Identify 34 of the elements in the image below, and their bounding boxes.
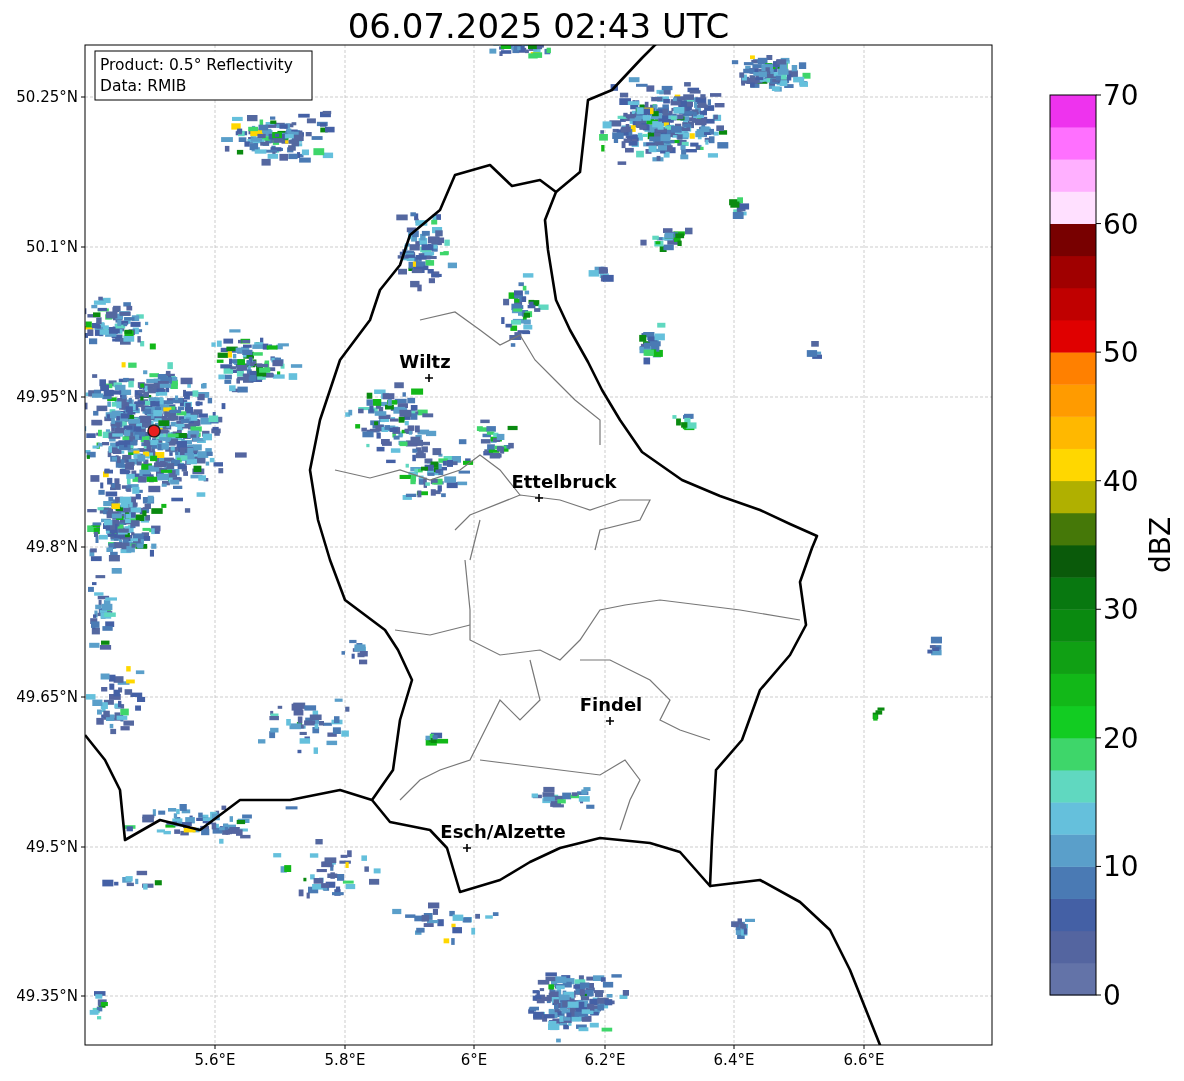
city-marker-icon (462, 843, 472, 853)
axis-tick-label: 5.8°E (324, 1051, 366, 1069)
city-label: Wiltz (399, 351, 451, 372)
axis-tick-label: 6°E (460, 1051, 488, 1069)
city-label: Ettelbruck (511, 471, 617, 492)
colorbar-tick-label: 40 (1103, 464, 1139, 498)
axis-tick-label: 49.65°N (16, 688, 78, 706)
colorbar-tick-label: 50 (1103, 336, 1139, 370)
axis-tick-label: 49.35°N (16, 987, 78, 1005)
city-marker-icon (605, 716, 615, 726)
info-text: Data: RMIB (100, 77, 187, 95)
axis-tick-label: 5.6°E (194, 1051, 236, 1069)
colorbar-tick-label: 60 (1103, 207, 1139, 241)
colorbar-label: dBZ (1144, 516, 1177, 574)
city-marker-icon (534, 493, 544, 503)
axis-tick-label: 50.1°N (25, 238, 78, 256)
axis-tick-label: 6.4°E (713, 1051, 755, 1069)
colorbar-tick-label: 0 (1103, 979, 1121, 1012)
colorbar-tick-label: 30 (1103, 593, 1139, 627)
axis-tick-label: 6.2°E (584, 1051, 626, 1069)
colorbar-tick-label: 20 (1103, 721, 1139, 755)
axis-tick-label: 49.5°N (25, 838, 78, 856)
city-label: Esch/Alzette (440, 821, 566, 842)
axis-tick-label: 49.95°N (16, 388, 78, 406)
axis-tick-label: 6.6°E (843, 1051, 885, 1069)
colorbar-tick-label: 70 (1103, 79, 1139, 112)
axis-tick-label: 49.8°N (25, 538, 78, 556)
city-marker-icon (424, 373, 434, 383)
radar-site-icon (147, 424, 161, 438)
colorbar-tick-label: 10 (1103, 850, 1139, 884)
axis-tick-label: 50.25°N (16, 88, 78, 106)
chart-title: 06.07.2025 02:43 UTC (347, 6, 730, 46)
city-label: Findel (579, 694, 643, 715)
info-text: Product: 0.5° Reflectivity (100, 56, 293, 74)
